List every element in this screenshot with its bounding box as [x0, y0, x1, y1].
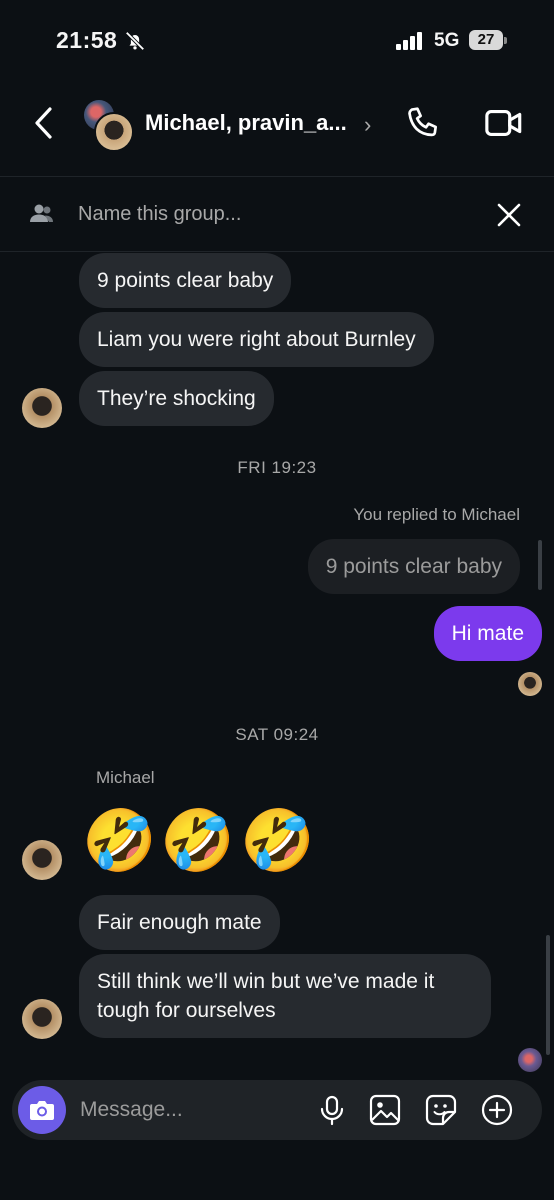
timestamp: FRI 19:23 — [237, 458, 317, 477]
message-input[interactable] — [80, 1094, 300, 1126]
seen-avatar — [518, 1048, 542, 1072]
microphone-icon[interactable] — [315, 1093, 349, 1127]
message-bubble[interactable]: Liam you were right about Burnley — [79, 312, 434, 367]
network-type: 5G — [434, 30, 460, 51]
quoted-message[interactable]: 9 points clear baby — [307, 539, 520, 594]
phone-icon[interactable] — [404, 104, 442, 142]
message-bubble[interactable]: They’re shocking — [79, 371, 274, 426]
plus-circle-icon[interactable] — [480, 1093, 514, 1127]
chevron-right-icon[interactable]: › — [364, 112, 371, 138]
my-message-bubble[interactable]: Hi mate — [433, 606, 542, 661]
sender-avatar[interactable] — [22, 388, 62, 428]
status-time: 21:58 — [56, 27, 118, 53]
emoji-message[interactable]: 🤣 — [82, 806, 157, 876]
sender-avatar[interactable] — [22, 840, 62, 880]
battery-tip — [504, 37, 507, 44]
sticker-icon[interactable] — [424, 1093, 458, 1127]
sender-name: Michael — [96, 768, 155, 787]
group-bar-divider — [0, 251, 554, 252]
people-icon — [30, 204, 53, 222]
header-divider — [0, 176, 554, 177]
video-icon[interactable] — [484, 104, 524, 142]
group-name-input[interactable] — [78, 198, 438, 230]
message-bubble[interactable]: Still think we’ll win but we’ve made it … — [79, 954, 491, 1038]
scrollbar[interactable] — [546, 935, 550, 1055]
camera-icon — [30, 1101, 54, 1120]
timestamp: SAT 09:24 — [235, 725, 319, 744]
emoji-message[interactable]: 🤣 — [160, 806, 235, 876]
gallery-icon[interactable] — [368, 1093, 402, 1127]
chat-title[interactable]: Michael, pravin_a... — [145, 110, 347, 136]
message-bubble[interactable]: Fair enough mate — [79, 895, 280, 950]
scrollbar[interactable] — [538, 540, 542, 590]
reply-label: You replied to Michael — [353, 505, 520, 524]
sender-avatar[interactable] — [22, 999, 62, 1039]
group-avatar[interactable] — [84, 100, 134, 152]
seen-avatar — [518, 672, 542, 696]
close-icon[interactable] — [494, 200, 524, 230]
back-chevron-icon[interactable] — [30, 104, 60, 142]
message-bubble[interactable]: 9 points clear baby — [79, 253, 292, 308]
battery-indicator: 27 — [469, 30, 503, 50]
bell-slash-icon — [125, 31, 145, 51]
emoji-message[interactable]: 🤣 — [240, 806, 315, 876]
camera-button[interactable] — [18, 1086, 66, 1134]
